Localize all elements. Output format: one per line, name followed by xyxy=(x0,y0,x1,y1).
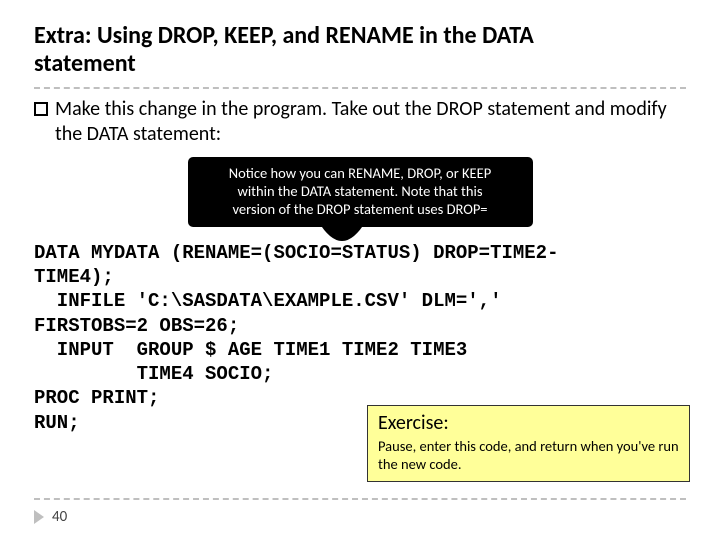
title-line-2: statement xyxy=(34,50,686,78)
square-bullet-icon xyxy=(34,102,48,116)
callout-pointer-icon xyxy=(318,221,366,243)
callout-line-1: Notice how you can RENAME, DROP, or KEEP xyxy=(202,164,519,182)
exercise-title: Exercise: xyxy=(378,411,679,435)
footer: 40 xyxy=(34,508,67,526)
callout-line-2: within the DATA statement. Note that thi… xyxy=(202,182,519,200)
divider-bottom xyxy=(34,498,686,500)
exercise-box: Exercise: Pause, enter this code, and re… xyxy=(367,405,690,482)
page-number: 40 xyxy=(52,508,67,526)
bullet-item: Make this change in the program. Take ou… xyxy=(34,97,686,147)
divider-top xyxy=(34,87,686,89)
slide-title: Extra: Using DROP, KEEP, and RENAME in t… xyxy=(34,22,686,77)
title-line-1: Extra: Using DROP, KEEP, and RENAME in t… xyxy=(34,22,686,50)
callout-box: Notice how you can RENAME, DROP, or KEEP… xyxy=(188,157,533,226)
play-arrow-icon xyxy=(34,510,44,524)
bullet-text: Make this change in the program. Take ou… xyxy=(55,97,686,147)
callout-line-3: version of the DROP statement uses DROP= xyxy=(202,200,519,218)
callout-container: Notice how you can RENAME, DROP, or KEEP… xyxy=(34,157,686,226)
exercise-body: Pause, enter this code, and return when … xyxy=(378,437,679,473)
